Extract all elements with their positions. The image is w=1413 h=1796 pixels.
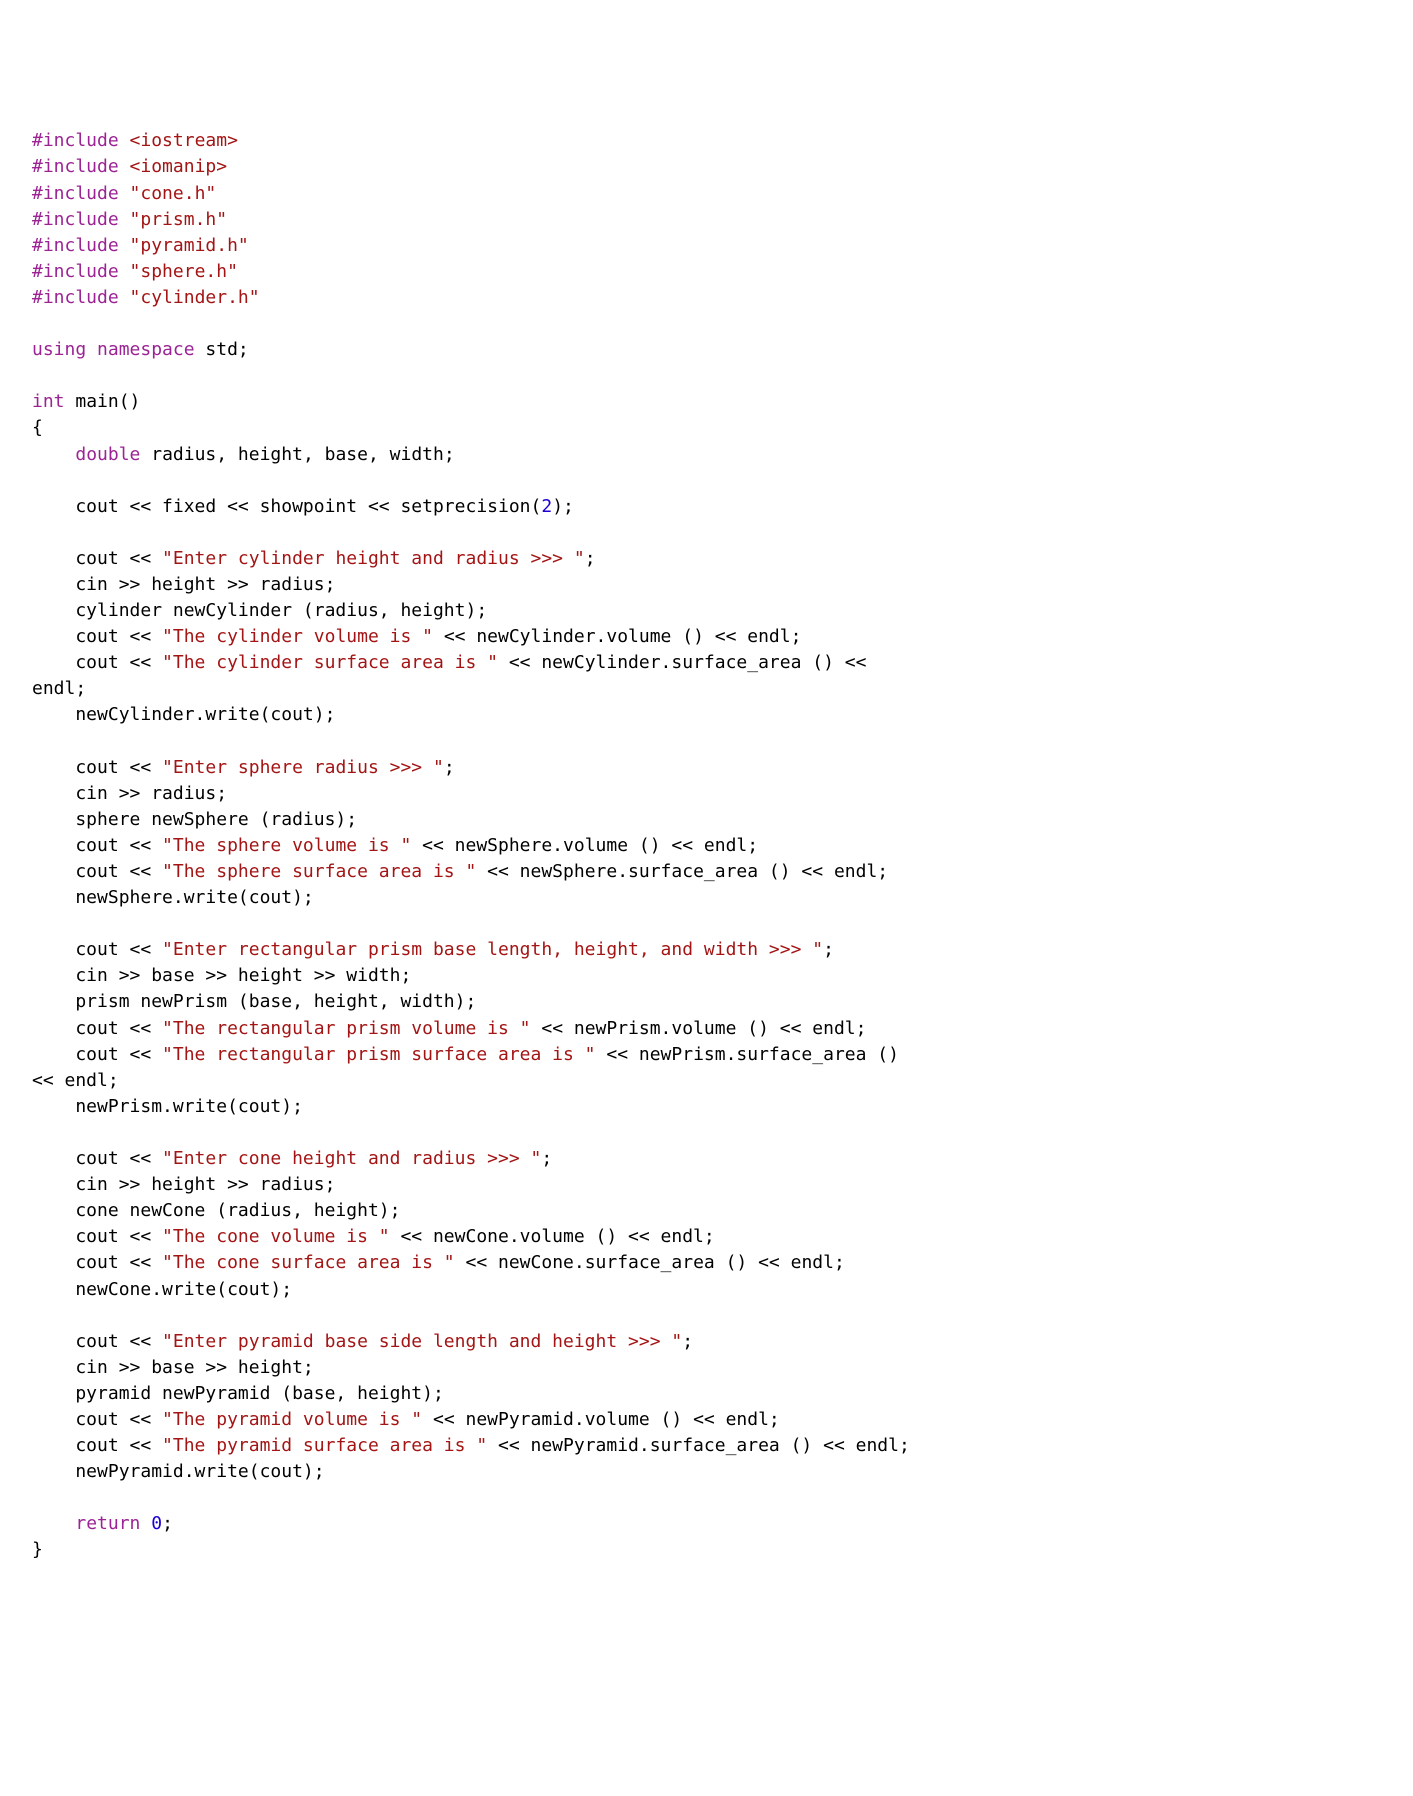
code-token: {: [32, 417, 43, 438]
code-token: "The sphere volume is ": [162, 835, 411, 856]
code-token: << newCylinder.volume () << endl;: [433, 626, 801, 647]
code-token: cout <<: [32, 835, 162, 856]
code-token: cylinder newCylinder (radius, height);: [32, 600, 487, 621]
code-token: #include: [32, 261, 130, 282]
code-token: main(): [65, 391, 141, 412]
code-token: newPyramid.write(cout);: [32, 1461, 325, 1482]
code-token: cout <<: [32, 548, 162, 569]
code-token: "The pyramid surface area is ": [162, 1435, 487, 1456]
code-token: cin >> radius;: [32, 783, 227, 804]
code-token: cout <<: [32, 1148, 162, 1169]
code-token: "Enter cone height and radius >>> ": [162, 1148, 541, 1169]
code-token: #include: [32, 183, 130, 204]
code-token: cout <<: [32, 939, 162, 960]
code-token: <iomanip>: [130, 156, 228, 177]
code-token: #include: [32, 209, 130, 230]
code-token: << newPrism.volume () << endl;: [531, 1018, 867, 1039]
code-token: pyramid newPyramid (base, height);: [32, 1383, 444, 1404]
code-token: sphere newSphere (radius);: [32, 809, 357, 830]
code-token: "The cylinder volume is ": [162, 626, 433, 647]
code-token: "prism.h": [130, 209, 228, 230]
code-token: 0: [151, 1513, 162, 1534]
code-token: ;: [162, 1513, 173, 1534]
code-token: "Enter pyramid base side length and heig…: [162, 1331, 682, 1352]
code-token: "Enter cylinder height and radius >>> ": [162, 548, 585, 569]
code-token: "The cone surface area is ": [162, 1252, 455, 1273]
code-token: cout <<: [32, 1044, 162, 1065]
code-token: "cylinder.h": [130, 287, 260, 308]
code-token: newCylinder.write(cout);: [32, 704, 335, 725]
code-token: "The rectangular prism surface area is ": [162, 1044, 595, 1065]
code-token: }: [32, 1539, 43, 1560]
code-token: cout <<: [32, 757, 162, 778]
code-token: << newCone.surface_area () << endl;: [455, 1252, 845, 1273]
code-token: #include: [32, 156, 130, 177]
code-token: radius, height, base, width;: [140, 444, 454, 465]
code-token: ;: [585, 548, 596, 569]
code-token: using namespace: [32, 339, 195, 360]
code-token: #include: [32, 235, 130, 256]
code-token: newPrism.write(cout);: [32, 1096, 303, 1117]
code-token: );: [552, 496, 574, 517]
code-token: cout << fixed << showpoint << setprecisi…: [32, 496, 541, 517]
code-token: double: [75, 444, 140, 465]
code-token: ;: [444, 757, 455, 778]
code-token: "The sphere surface area is ": [162, 861, 476, 882]
code-token: 2: [541, 496, 552, 517]
code-token: newSphere.write(cout);: [32, 887, 314, 908]
code-token: cout <<: [32, 1435, 162, 1456]
code-token: return: [75, 1513, 140, 1534]
code-token: cin >> base >> height;: [32, 1357, 314, 1378]
code-token: int: [32, 391, 65, 412]
code-token: cin >> height >> radius;: [32, 574, 335, 595]
code-token: ;: [541, 1148, 552, 1169]
code-token: prism newPrism (base, height, width);: [32, 991, 476, 1012]
code-token: cout <<: [32, 861, 162, 882]
code-token: [140, 1513, 151, 1534]
code-token: cout <<: [32, 626, 162, 647]
code-token: std;: [195, 339, 249, 360]
code-token: [32, 444, 75, 465]
code-token: << newSphere.volume () << endl;: [411, 835, 758, 856]
code-token: "The cone volume is ": [162, 1226, 390, 1247]
code-token: cin >> height >> radius;: [32, 1174, 335, 1195]
code-token: cout <<: [32, 1331, 162, 1352]
code-token: "cone.h": [130, 183, 217, 204]
code-token: cout <<: [32, 1409, 162, 1430]
code-token: cout <<: [32, 1226, 162, 1247]
code-token: "Enter rectangular prism base length, he…: [162, 939, 823, 960]
code-token: "The cylinder surface area is ": [162, 652, 498, 673]
code-token: << newPyramid.surface_area () << endl;: [487, 1435, 910, 1456]
code-token: "Enter sphere radius >>> ": [162, 757, 444, 778]
code-token: "The rectangular prism volume is ": [162, 1018, 530, 1039]
code-token: cout <<: [32, 652, 162, 673]
code-token: cout <<: [32, 1018, 162, 1039]
code-token: #include: [32, 130, 130, 151]
code-token: cout <<: [32, 1252, 162, 1273]
code-token: ;: [682, 1331, 693, 1352]
code-token: #include: [32, 287, 130, 308]
code-token: [32, 1513, 75, 1534]
code-token: newCone.write(cout);: [32, 1279, 292, 1300]
code-listing: #include <iostream> #include <iomanip> #…: [32, 128, 1381, 1563]
code-token: <iostream>: [130, 130, 238, 151]
code-token: ;: [823, 939, 834, 960]
code-token: << newCone.volume () << endl;: [390, 1226, 715, 1247]
code-token: cone newCone (radius, height);: [32, 1200, 400, 1221]
code-token: << newPyramid.volume () << endl;: [422, 1409, 780, 1430]
code-token: << newSphere.surface_area () << endl;: [476, 861, 888, 882]
code-token: cin >> base >> height >> width;: [32, 965, 411, 986]
code-token: "sphere.h": [130, 261, 238, 282]
code-token: "The pyramid volume is ": [162, 1409, 422, 1430]
code-token: "pyramid.h": [130, 235, 249, 256]
